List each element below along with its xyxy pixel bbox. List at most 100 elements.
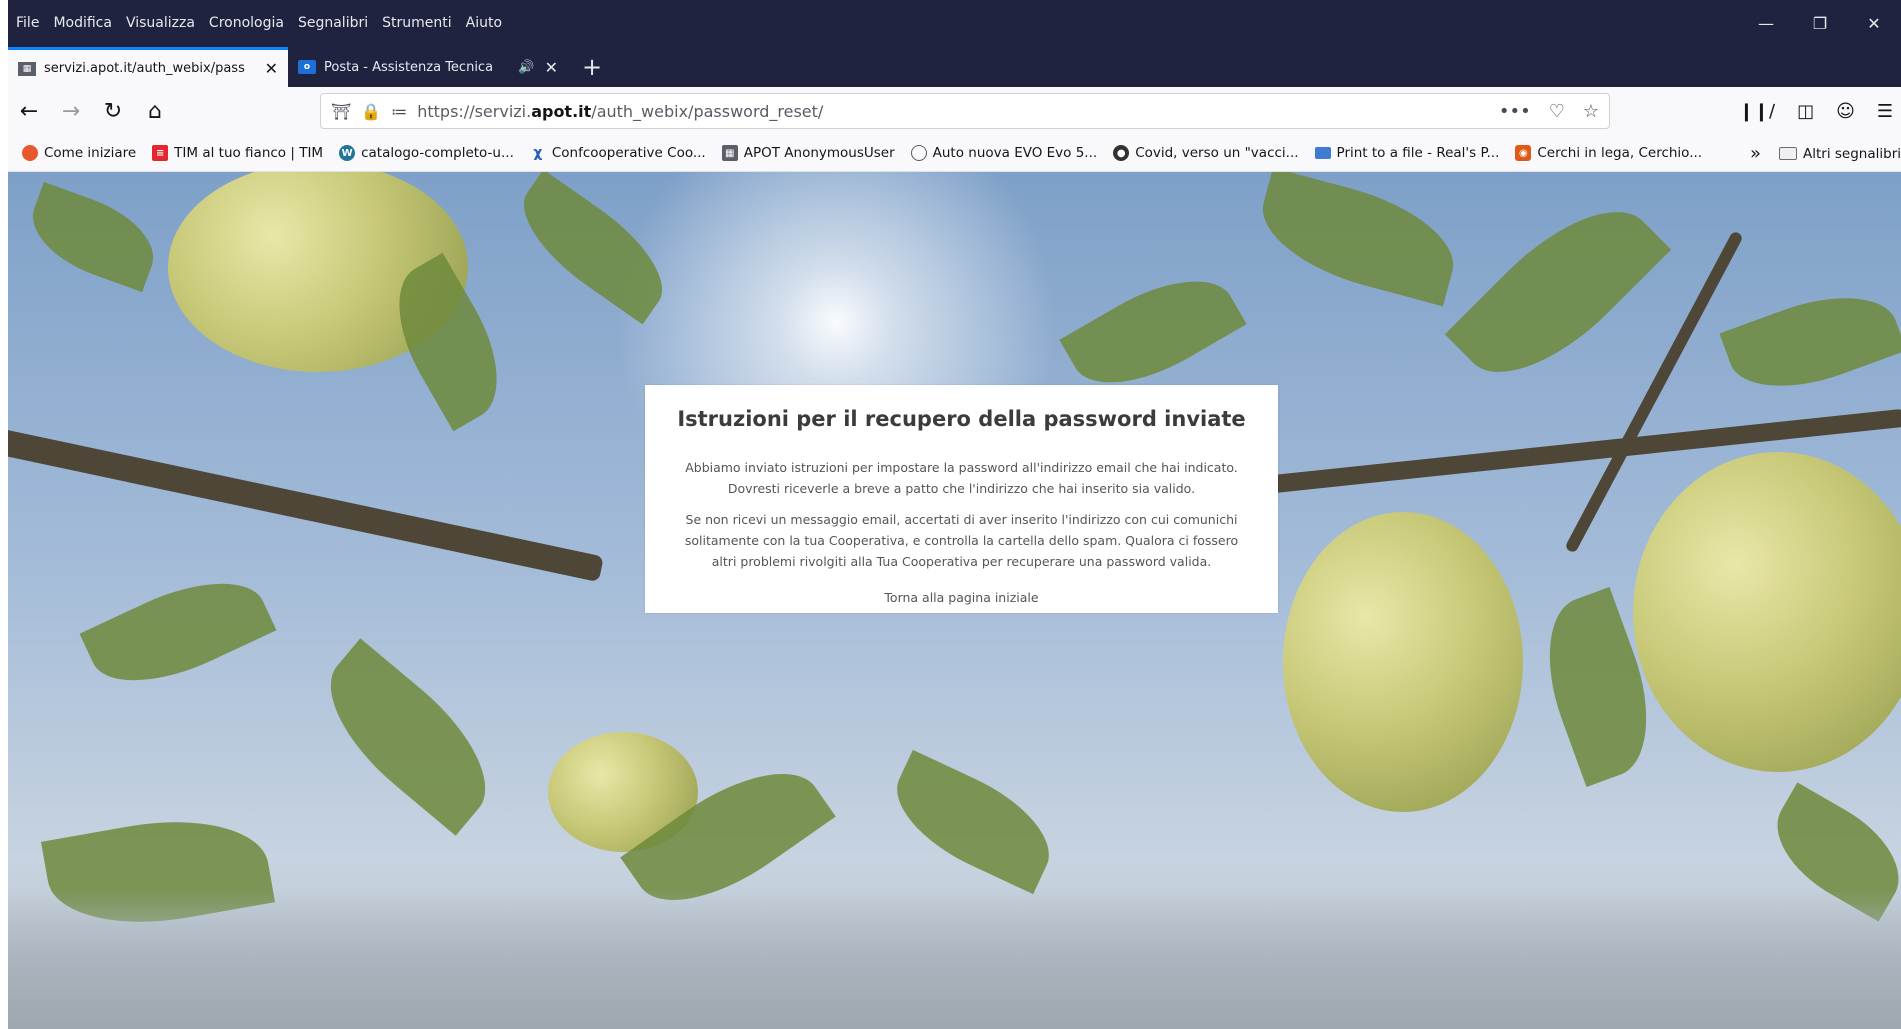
wordpress-icon: W [339,145,356,161]
close-icon[interactable]: ✕ [545,58,558,77]
bookmarks-toolbar: Come iniziare ≡ TIM al tuo fianco | TIM … [8,135,1901,172]
forward-button[interactable]: → [50,90,92,132]
toolbar-right: ❙❙∕ ◫ ☺ ☰ [1739,87,1893,135]
info-line: altri problemi rivolgiti alla Tua Cooper… [711,554,1212,569]
bookmark-confcooperative[interactable]: χ Confcooperative Coo... [530,145,706,161]
sidebar-icon[interactable]: ◫ [1797,101,1814,122]
bookmark-catalogo[interactable]: W catalogo-completo-u... [339,145,514,161]
info-line: Dovresti riceverle a breve a patto che l… [727,481,1196,496]
url-path: /auth_webix/password_reset/ [591,101,824,121]
close-window-button[interactable]: ✕ [1847,0,1901,46]
url-prefix: https://servizi. [417,101,532,121]
restore-button[interactable]: ❐ [1793,0,1847,46]
menu-aiuto[interactable]: Aiuto [466,15,502,31]
page-actions: ••• ♡ ☆ [1499,94,1599,128]
bookmark-label: APOT AnonymousUser [743,145,895,161]
url-domain: apot.it [531,101,592,121]
menu-file[interactable]: File [16,15,39,31]
home-button[interactable]: ⌂ [134,90,176,132]
leaf-decoration [302,638,514,836]
bookmark-print-to-file[interactable]: Print to a file - Real's P... [1314,145,1500,161]
library-icon[interactable]: ❙❙∕ [1739,101,1775,122]
pocket-icon[interactable]: ♡ [1549,101,1565,122]
url-text[interactable]: https://servizi.apot.it/auth_webix/passw… [417,102,823,121]
bookmark-label: TIM al tuo fianco | TIM [174,145,324,161]
mountains-decoration [8,889,1901,1029]
speaker-icon[interactable]: 🔊 [518,60,534,75]
bookmark-label: Confcooperative Coo... [551,145,706,161]
leaf-decoration [879,749,1067,895]
account-icon[interactable]: ☺ [1836,101,1855,122]
tab-title: Posta - Assistenza Tecnica [324,59,494,75]
leaf-decoration [1719,275,1901,409]
info-line: Se non ricevi un messaggio email, accert… [685,512,1238,527]
tab-apot[interactable]: ▦ servizi.apot.it/auth_webix/pass ✕ [8,47,288,87]
leaf-decoration [1249,172,1467,307]
globe-icon [910,145,927,161]
bookmark-label: Cerchi in lega, Cerchio... [1537,145,1703,161]
window-controls: — ❐ ✕ [1739,0,1901,46]
confcoop-icon: χ [533,145,543,161]
minimize-button[interactable]: — [1739,0,1793,46]
menubar: File Modifica Visualizza Cronologia Segn… [8,0,1901,46]
bookmark-apot-anonymous[interactable]: ▦ APOT AnonymousUser [721,145,895,161]
apot-icon: ▦ [721,145,738,161]
url-bar[interactable]: ⛩ 🔒 ≔ https://servizi.apot.it/auth_webix… [320,93,1610,129]
menu-segnalibri[interactable]: Segnalibri [298,15,368,31]
bookmark-cerchi-in-lega[interactable]: ◉ Cerchi in lega, Cerchio... [1515,145,1702,161]
bookmark-star-icon[interactable]: ☆ [1583,101,1599,122]
outlook-icon: o [298,60,316,74]
leaf-decoration [503,172,683,325]
page-content: Istruzioni per il recupero della passwor… [8,172,1901,1029]
permissions-icon[interactable]: ≔ [391,102,407,121]
spam-paragraph: Se non ricevi un messaggio email, accert… [657,509,1266,572]
shield-icon[interactable]: ⛩ [331,102,351,121]
info-line: solitamente con la tua Cooperativa, e co… [684,533,1239,548]
new-tab-button[interactable]: + [568,47,616,87]
chevron-overflow-icon[interactable]: » [1746,143,1765,164]
wheel-icon: ◉ [1515,145,1532,161]
apple-decoration [1633,452,1901,772]
bookmark-tim[interactable]: ≡ TIM al tuo fianco | TIM [152,145,323,161]
tim-icon: ≡ [152,145,169,161]
tab-posta[interactable]: o Posta - Assistenza Tecnica 🔊 ✕ [288,47,568,87]
menu-visualizza[interactable]: Visualizza [126,15,195,31]
page-icon [1314,147,1331,159]
info-paragraph: Abbiamo inviato istruzioni per impostare… [657,457,1266,499]
bookmark-label: Print to a file - Real's P... [1336,145,1500,161]
menu-cronologia[interactable]: Cronologia [209,15,284,31]
menu-strumenti[interactable]: Strumenti [382,15,452,31]
page-actions-menu-icon[interactable]: ••• [1499,101,1531,122]
leaf-decoration [1444,178,1672,406]
browser-window: File Modifica Visualizza Cronologia Segn… [8,0,1901,1029]
bookmark-label: Auto nuova EVO Evo 5... [932,145,1098,161]
lock-icon[interactable]: 🔒 [361,102,381,121]
menu-modifica[interactable]: Modifica [53,15,112,31]
bookmarks-overflow: » Altri segnalibri [1746,135,1901,172]
bookmark-label: Covid, verso un "vacci... [1135,145,1299,161]
tab-strip: ▦ servizi.apot.it/auth_webix/pass ✕ o Po… [8,46,1901,87]
navigation-toolbar: ← → ↻ ⌂ ⛩ 🔒 ≔ https://servizi.apot.it/au… [8,87,1901,135]
bookmark-label: Come iniziare [44,145,137,161]
reload-button[interactable]: ↻ [92,90,134,132]
back-home-link[interactable]: Torna alla pagina iniziale [884,590,1038,605]
info-line: Abbiamo inviato istruzioni per impostare… [685,460,1238,475]
news-icon: ● [1113,145,1130,161]
browser-titlebar: File Modifica Visualizza Cronologia Segn… [8,0,1901,87]
tab-title: servizi.apot.it/auth_webix/pass [44,61,245,76]
other-bookmarks-folder[interactable]: Altri segnalibri [1803,146,1901,162]
bookmark-auto-nuova[interactable]: Auto nuova EVO Evo 5... [910,145,1098,161]
card-title: Istruzioni per il recupero della passwor… [677,407,1246,431]
password-reset-card: Istruzioni per il recupero della passwor… [645,385,1278,613]
apple-decoration [1283,512,1523,812]
apot-icon: ▦ [18,61,36,76]
close-icon[interactable]: ✕ [265,59,278,78]
branch-decoration [8,427,604,583]
hamburger-menu-icon[interactable]: ☰ [1877,101,1893,122]
bookmark-covid[interactable]: ● Covid, verso un "vacci... [1113,145,1299,161]
bookmark-label: catalogo-completo-u... [361,145,514,161]
leaf-decoration [79,557,277,707]
back-button[interactable]: ← [8,90,50,132]
bookmark-come-iniziare[interactable]: Come iniziare [22,145,136,161]
firefox-icon [22,145,38,161]
